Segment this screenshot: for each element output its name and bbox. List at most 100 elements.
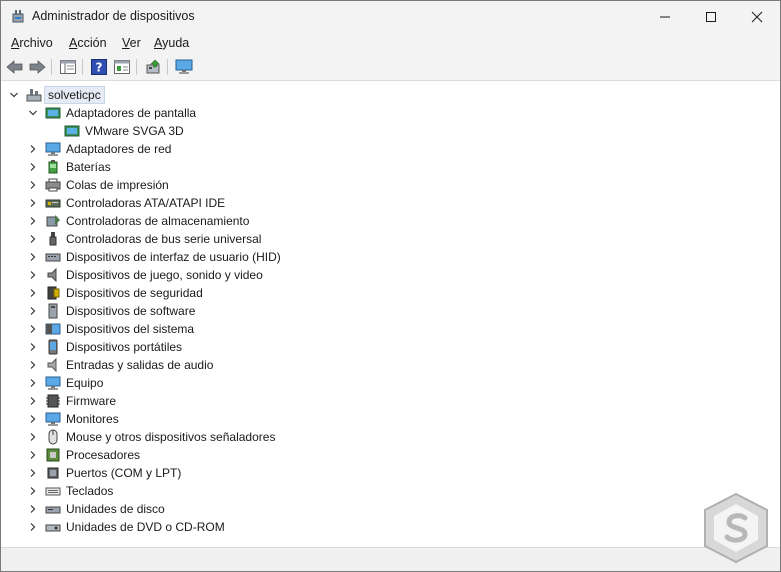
update-driver-button[interactable] bbox=[144, 58, 162, 76]
properties-icon bbox=[114, 60, 130, 74]
sound-icon bbox=[47, 267, 57, 283]
tree-item-usb-controller[interactable]: Controladoras de bus serie universal bbox=[66, 232, 261, 246]
chevron-down-icon bbox=[10, 92, 18, 98]
tree-item-battery[interactable]: Baterías bbox=[66, 160, 111, 174]
expand-portable-device-toggle[interactable] bbox=[28, 342, 38, 352]
expand-keyboard-toggle[interactable] bbox=[28, 486, 38, 496]
tree-item-network-adapter[interactable]: Adaptadores de red bbox=[66, 142, 171, 156]
expand-audio-io-toggle[interactable] bbox=[28, 360, 38, 370]
software-device-icon bbox=[48, 303, 58, 319]
toolbar-separator bbox=[136, 59, 137, 75]
forward-button[interactable] bbox=[28, 58, 46, 76]
tree-item-hid[interactable]: Dispositivos de interfaz de usuario (HID… bbox=[66, 250, 281, 264]
expand-sound-toggle[interactable] bbox=[28, 270, 38, 280]
chevron-right-icon bbox=[30, 253, 36, 261]
tree-item-mouse[interactable]: Mouse y otros dispositivos señaladores bbox=[66, 430, 275, 444]
expand-hid-toggle[interactable] bbox=[28, 252, 38, 262]
tree-item-system-device[interactable]: Dispositivos del sistema bbox=[66, 322, 194, 336]
tree-item-software-device[interactable]: Dispositivos de software bbox=[66, 304, 195, 318]
tree-item-processor[interactable]: Procesadores bbox=[66, 448, 140, 462]
expand-disk-drive-toggle[interactable] bbox=[28, 504, 38, 514]
tree-root-solveticpc[interactable]: solveticpc bbox=[44, 86, 105, 104]
menu-ver[interactable]: Ver bbox=[122, 36, 141, 50]
chevron-right-icon bbox=[30, 181, 36, 189]
menu-archivo[interactable]: Archivo bbox=[11, 36, 53, 50]
window-title: Administrador de dispositivos bbox=[32, 9, 195, 23]
back-button[interactable] bbox=[6, 58, 24, 76]
tree-item-portable-device[interactable]: Dispositivos portátiles bbox=[66, 340, 182, 354]
menu-archivo-label: rchivo bbox=[19, 36, 53, 50]
audio-io-icon bbox=[47, 357, 57, 373]
expand-battery-toggle[interactable] bbox=[28, 162, 38, 172]
console-tree-icon bbox=[60, 60, 76, 74]
chevron-right-icon bbox=[30, 289, 36, 297]
expand-dvd-drive-toggle[interactable] bbox=[28, 522, 38, 532]
tree-item-storage-controller[interactable]: Controladoras de almacenamiento bbox=[66, 214, 249, 228]
hid-icon bbox=[45, 253, 61, 262]
tree-item-dvd-drive[interactable]: Unidades de DVD o CD-ROM bbox=[66, 520, 225, 534]
chevron-right-icon bbox=[30, 163, 36, 171]
expand-port-toggle[interactable] bbox=[28, 468, 38, 478]
expand-network-adapter-toggle[interactable] bbox=[28, 144, 38, 154]
tree-item-disk-drive[interactable]: Unidades de disco bbox=[66, 502, 165, 516]
expand-monitor-toggle[interactable] bbox=[28, 414, 38, 424]
device-tree[interactable]: solveticpc Adaptadores de pantalla VMwar… bbox=[1, 81, 780, 547]
tree-item-port[interactable]: Puertos (COM y LPT) bbox=[66, 466, 181, 480]
chevron-right-icon bbox=[30, 145, 36, 153]
tree-item-security[interactable]: Dispositivos de seguridad bbox=[66, 286, 203, 300]
help-button[interactable]: ? bbox=[90, 58, 108, 76]
svg-text:?: ? bbox=[96, 61, 103, 75]
scan-hardware-button[interactable] bbox=[175, 58, 193, 76]
expand-firmware-toggle[interactable] bbox=[28, 396, 38, 406]
expand-print-queue-toggle[interactable] bbox=[28, 180, 38, 190]
minimize-icon bbox=[660, 16, 670, 17]
expand-processor-toggle[interactable] bbox=[28, 450, 38, 460]
device-manager-icon bbox=[12, 10, 24, 23]
expand-software-device-toggle[interactable] bbox=[28, 306, 38, 316]
expand-system-device-toggle[interactable] bbox=[28, 324, 38, 334]
storage-controller-icon bbox=[46, 215, 60, 227]
toolbar: ? bbox=[1, 54, 780, 81]
minimize-button[interactable] bbox=[642, 1, 688, 32]
expand-security-toggle[interactable] bbox=[28, 288, 38, 298]
show-hide-console-tree-button[interactable] bbox=[59, 58, 77, 76]
tree-item-monitor[interactable]: Monitores bbox=[66, 412, 119, 426]
expand-computer-toggle[interactable] bbox=[28, 378, 38, 388]
collapse-display-adapters-toggle[interactable] bbox=[28, 108, 38, 118]
chevron-right-icon bbox=[30, 505, 36, 513]
network-adapter-icon bbox=[45, 142, 61, 156]
update-driver-icon bbox=[146, 59, 160, 74]
expand-ide-controller-toggle[interactable] bbox=[28, 198, 38, 208]
expand-storage-controller-toggle[interactable] bbox=[28, 216, 38, 226]
tree-item-print-queue[interactable]: Colas de impresión bbox=[66, 178, 169, 192]
chevron-right-icon bbox=[30, 487, 36, 495]
solvetic-logo bbox=[704, 492, 768, 564]
collapse-root-toggle[interactable] bbox=[9, 90, 19, 100]
chevron-right-icon bbox=[30, 343, 36, 351]
tree-item-display-adapters[interactable]: Adaptadores de pantalla bbox=[66, 106, 196, 120]
tree-item-firmware[interactable]: Firmware bbox=[66, 394, 116, 408]
menu-ayuda[interactable]: Ayuda bbox=[154, 36, 189, 50]
title-bar[interactable]: Administrador de dispositivos bbox=[1, 1, 780, 32]
chevron-right-icon bbox=[30, 415, 36, 423]
port-icon bbox=[47, 467, 59, 479]
menu-ayuda-mnemonic: A bbox=[154, 36, 163, 50]
tree-item-ide-controller[interactable]: Controladoras ATA/ATAPI IDE bbox=[66, 196, 225, 210]
chevron-right-icon bbox=[30, 199, 36, 207]
expand-mouse-toggle[interactable] bbox=[28, 432, 38, 442]
tree-item-keyboard[interactable]: Teclados bbox=[66, 484, 113, 498]
tree-item-computer[interactable]: Equipo bbox=[66, 376, 103, 390]
maximize-button[interactable] bbox=[688, 1, 734, 32]
arrow-right-icon bbox=[29, 60, 46, 74]
tree-item-audio-io[interactable]: Entradas y salidas de audio bbox=[66, 358, 213, 372]
close-button[interactable] bbox=[734, 1, 780, 32]
properties-button[interactable] bbox=[113, 58, 131, 76]
chevron-right-icon bbox=[30, 397, 36, 405]
dvd-drive-icon bbox=[45, 524, 61, 532]
tree-item-vmware-svga[interactable]: VMware SVGA 3D bbox=[85, 124, 184, 138]
device-manager-window: Administrador de dispositivos Archivo Ac… bbox=[0, 0, 781, 572]
expand-usb-controller-toggle[interactable] bbox=[28, 234, 38, 244]
menu-accion[interactable]: Acción bbox=[69, 36, 107, 50]
toolbar-separator bbox=[167, 59, 168, 75]
tree-item-sound[interactable]: Dispositivos de juego, sonido y video bbox=[66, 268, 263, 282]
